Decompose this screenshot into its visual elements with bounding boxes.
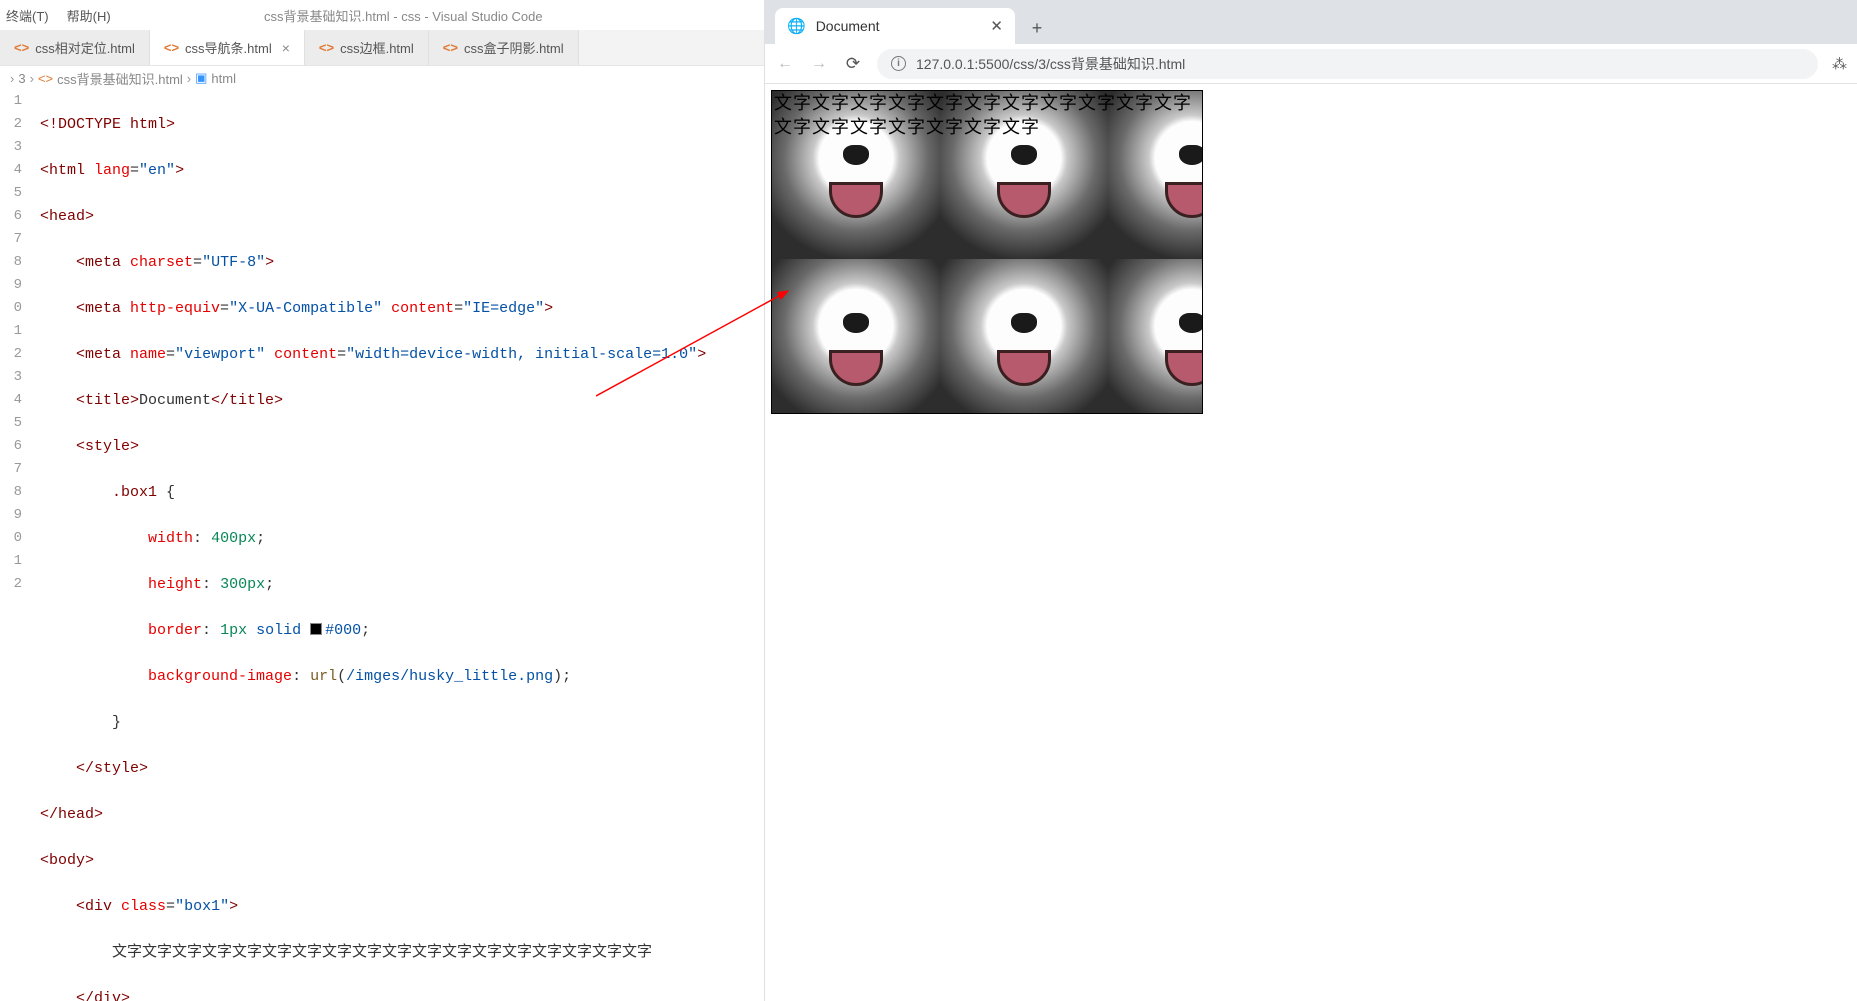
tab-label: css边框.html bbox=[340, 38, 414, 57]
chevron-right-icon: › bbox=[187, 71, 191, 86]
tab-label: css盒子阴影.html bbox=[464, 38, 564, 57]
chevron-right-icon: › bbox=[30, 71, 34, 86]
code-editor[interactable]: 1 2 3 4 5 6 7 8 9 0 1 2 3 4 5 6 7 8 9 0 … bbox=[0, 90, 764, 1001]
tab-label: css导航条.html bbox=[185, 38, 272, 57]
vscode-menubar: 终端(T) 帮助(H) css背景基础知识.html - css - Visua… bbox=[0, 0, 764, 30]
code-content[interactable]: <!DOCTYPE html> <html lang="en"> <head> … bbox=[30, 90, 764, 1001]
browser-toolbar: ← → ⟳ i 127.0.0.1:5500/css/3/css背景基础知识.h… bbox=[765, 44, 1857, 84]
rendered-box1: 文字文字文字文字文字文字文字文字文字文字文字文字文字文字文字文字文字文字 bbox=[771, 90, 1203, 414]
breadcrumb-seg[interactable]: 3 bbox=[18, 71, 25, 86]
browser-tab[interactable]: 🌐 Document ✕ bbox=[775, 8, 1015, 44]
vscode-window: 终端(T) 帮助(H) css背景基础知识.html - css - Visua… bbox=[0, 0, 765, 1001]
tab-css-box-shadow[interactable]: <> css盒子阴影.html bbox=[429, 30, 579, 65]
tab-label: css相对定位.html bbox=[35, 38, 135, 57]
html-file-icon: <> bbox=[319, 40, 334, 55]
html-file-icon: <> bbox=[164, 40, 179, 55]
html-file-icon: <> bbox=[14, 40, 29, 55]
address-bar[interactable]: i 127.0.0.1:5500/css/3/css背景基础知识.html bbox=[877, 49, 1818, 79]
tab-css-relative-position[interactable]: <> css相对定位.html bbox=[0, 30, 150, 65]
breadcrumb-seg[interactable]: html bbox=[211, 71, 236, 86]
translate-icon[interactable]: ⁂ bbox=[1832, 55, 1847, 73]
menu-terminal[interactable]: 终端(T) bbox=[6, 6, 49, 25]
browser-tab-strip: 🌐 Document ✕ + bbox=[765, 0, 1857, 44]
symbol-icon: ▣ bbox=[195, 70, 207, 86]
globe-icon: 🌐 bbox=[787, 17, 806, 35]
html-file-icon: <> bbox=[38, 71, 53, 86]
new-tab-button[interactable]: + bbox=[1021, 12, 1053, 44]
color-swatch-icon[interactable] bbox=[310, 623, 322, 635]
forward-button[interactable]: → bbox=[809, 55, 829, 73]
box-text: 文字文字文字文字文字文字文字文字文字文字文字文字文字文字文字文字文字文字 bbox=[772, 91, 1202, 140]
breadcrumb-seg[interactable]: css背景基础知识.html bbox=[57, 69, 183, 88]
back-button[interactable]: ← bbox=[775, 55, 795, 73]
close-icon[interactable]: × bbox=[282, 40, 290, 56]
info-icon[interactable]: i bbox=[891, 56, 906, 71]
browser-viewport[interactable]: 文字文字文字文字文字文字文字文字文字文字文字文字文字文字文字文字文字文字 bbox=[765, 84, 1857, 1001]
browser-tab-title: Document bbox=[816, 18, 981, 34]
window-title: css背景基础知识.html - css - Visual Studio Cod… bbox=[129, 6, 758, 25]
tab-css-navbar[interactable]: <> css导航条.html × bbox=[150, 30, 305, 65]
menu-help[interactable]: 帮助(H) bbox=[67, 6, 111, 25]
editor-tabs: <> css相对定位.html <> css导航条.html × <> css边… bbox=[0, 30, 764, 66]
tab-css-border[interactable]: <> css边框.html bbox=[305, 30, 429, 65]
reload-button[interactable]: ⟳ bbox=[843, 54, 863, 74]
line-number-gutter: 1 2 3 4 5 6 7 8 9 0 1 2 3 4 5 6 7 8 9 0 … bbox=[0, 90, 30, 1001]
close-icon[interactable]: ✕ bbox=[990, 17, 1003, 35]
url-text: 127.0.0.1:5500/css/3/css背景基础知识.html bbox=[916, 54, 1185, 74]
browser-window: 🌐 Document ✕ + ← → ⟳ i 127.0.0.1:5500/cs… bbox=[765, 0, 1857, 1001]
html-file-icon: <> bbox=[443, 40, 458, 55]
breadcrumb[interactable]: › 3 › <> css背景基础知识.html › ▣ html bbox=[0, 66, 764, 90]
chevron-right-icon: › bbox=[10, 71, 14, 86]
